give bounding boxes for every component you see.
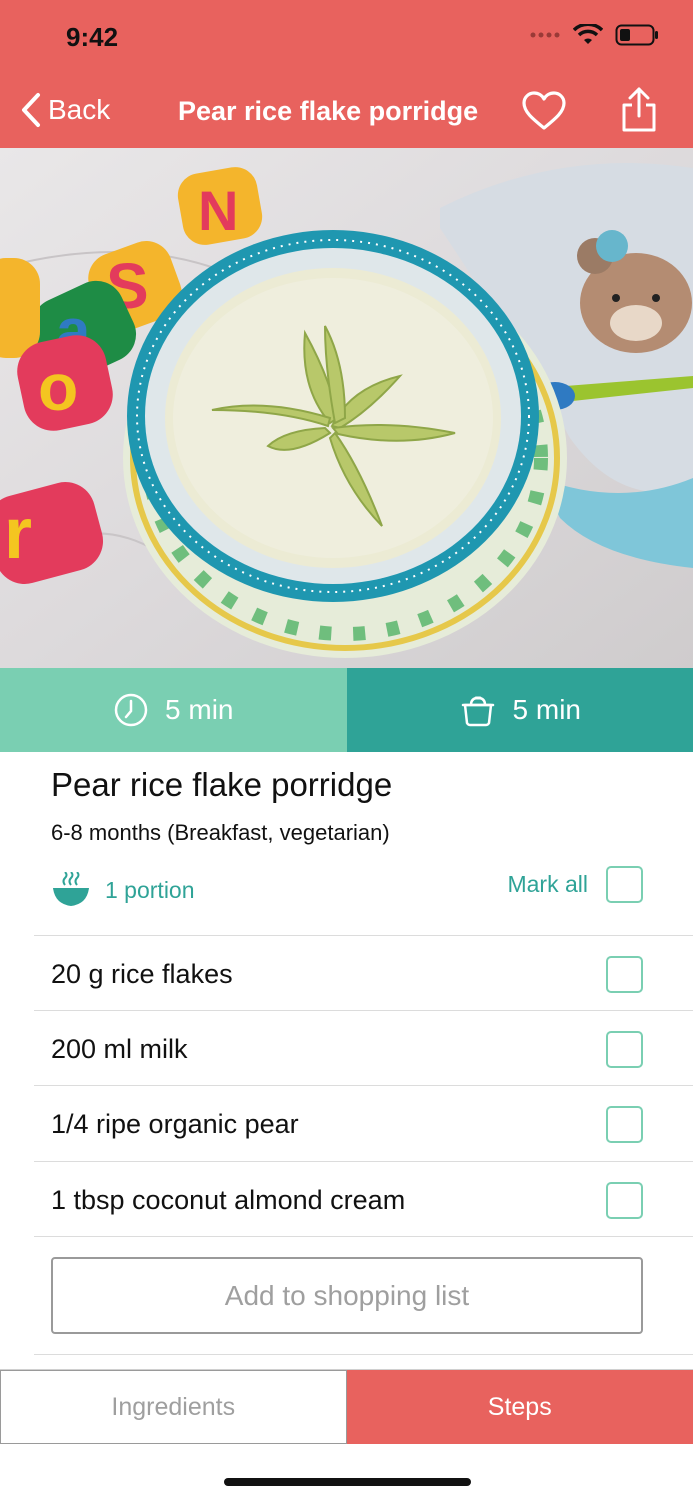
- cook-time: 5 min: [346, 668, 693, 752]
- back-button[interactable]: Back: [20, 92, 110, 128]
- signal-icon: [530, 32, 560, 38]
- share-icon: [622, 87, 656, 132]
- tab-ingredients[interactable]: Ingredients: [0, 1370, 347, 1444]
- mark-all[interactable]: Mark all: [507, 866, 643, 903]
- ingredient-checkbox[interactable]: [606, 1105, 643, 1143]
- divider: [34, 1354, 693, 1355]
- page-title: Pear rice flake porridge: [178, 96, 479, 126]
- add-to-shopping-list-button[interactable]: Add to shopping list: [51, 1257, 643, 1334]
- clock-icon: [114, 693, 148, 727]
- ingredient-checkbox[interactable]: [606, 955, 643, 993]
- ingredient-text: 200 ml milk: [51, 1033, 188, 1064]
- divider: [34, 935, 693, 936]
- cook-time-label: 5 min: [512, 694, 581, 725]
- ingredient-text: 20 g rice flakes: [51, 958, 233, 989]
- svg-text:r: r: [4, 494, 32, 574]
- ingredient-checkbox[interactable]: [606, 1030, 643, 1068]
- portion-label: 1 portion: [105, 876, 195, 903]
- divider: [34, 1236, 693, 1237]
- bowl-icon: [53, 872, 89, 906]
- heart-icon: [522, 91, 566, 130]
- time-bar: 5 min 5 min: [0, 668, 693, 752]
- tab-bar: Ingredients Steps: [0, 1369, 693, 1444]
- ingredient-row[interactable]: 200 ml milk: [51, 1012, 643, 1086]
- status-bar: 9:42: [0, 0, 693, 74]
- status-time: 9:42: [66, 22, 119, 52]
- chevron-left-icon: [22, 93, 40, 127]
- back-label: Back: [48, 94, 111, 125]
- status-icons: [529, 24, 659, 46]
- divider: [34, 1161, 693, 1162]
- portion-selector[interactable]: 1 portion: [51, 872, 195, 908]
- mark-all-checkbox[interactable]: [606, 866, 643, 903]
- wifi-icon: [573, 24, 603, 44]
- divider: [34, 1010, 693, 1011]
- recipe-subtitle: 6-8 months (Breakfast, vegetarian): [51, 820, 390, 845]
- prep-time: 5 min: [0, 668, 347, 752]
- svg-text:N: N: [198, 179, 238, 242]
- ingredient-row[interactable]: 20 g rice flakes: [51, 937, 643, 1011]
- nav-bar: Back Pear rice flake porridge: [0, 74, 693, 148]
- ingredient-text: 1 tbsp coconut almond cream: [51, 1184, 406, 1215]
- prep-time-label: 5 min: [165, 694, 234, 725]
- divider: [34, 1085, 693, 1086]
- favorite-button[interactable]: [521, 90, 567, 137]
- share-button[interactable]: [620, 86, 658, 139]
- mark-all-label: Mark all: [507, 871, 588, 897]
- recipe-photo: N S a o r: [0, 148, 693, 668]
- battery-icon: [615, 24, 658, 46]
- svg-text:o: o: [38, 350, 78, 424]
- ingredient-text: 1/4 ripe organic pear: [51, 1108, 299, 1139]
- ingredient-row[interactable]: 1 tbsp coconut almond cream: [51, 1163, 643, 1237]
- cooking-pot-icon: [461, 696, 494, 727]
- home-indicator[interactable]: [224, 1478, 471, 1486]
- tab-steps[interactable]: Steps: [346, 1370, 693, 1444]
- recipe-title: Pear rice flake porridge: [51, 766, 393, 803]
- ingredient-checkbox[interactable]: [606, 1181, 643, 1219]
- portion-row: 1 portion Mark all: [51, 866, 643, 914]
- ingredient-row[interactable]: 1/4 ripe organic pear: [51, 1087, 643, 1161]
